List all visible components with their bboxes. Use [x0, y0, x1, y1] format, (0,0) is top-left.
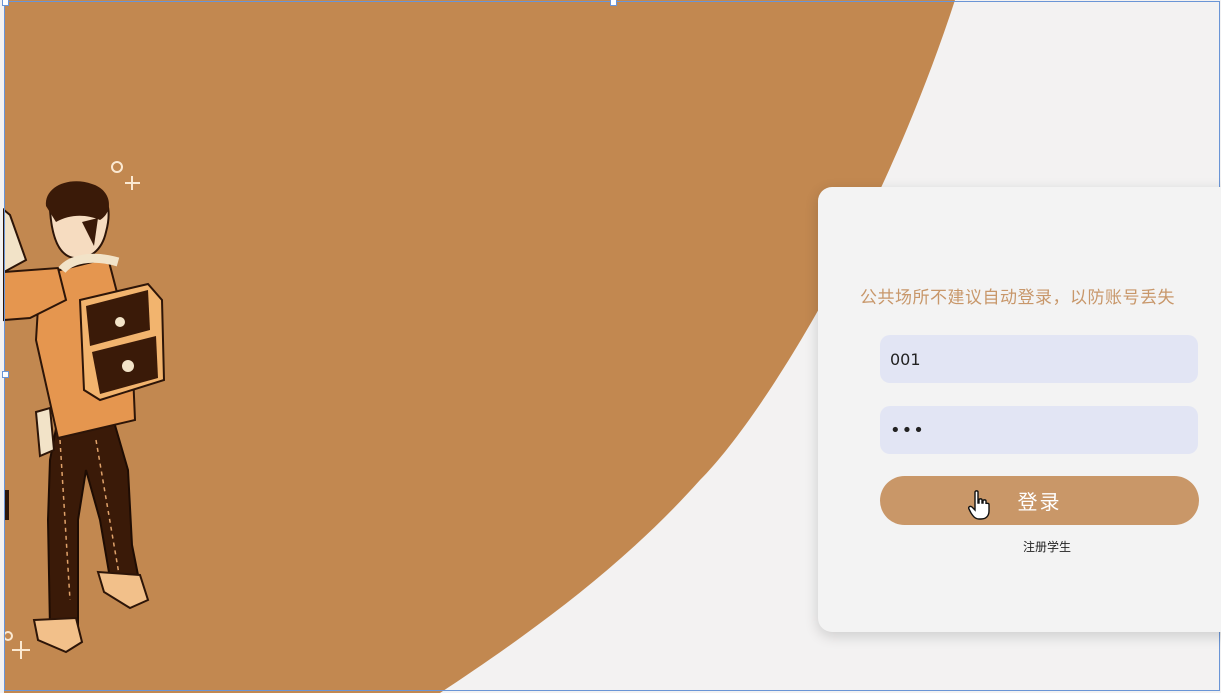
login-card: 公共场所不建议自动登录，以防账号丢失 ••• 登录 注册学生 [818, 187, 1221, 632]
auto-login-notice: 公共场所不建议自动登录，以防账号丢失 [860, 288, 1175, 308]
password-mask: ••• [890, 419, 925, 441]
username-input[interactable] [880, 335, 1198, 383]
password-input[interactable]: ••• [880, 406, 1198, 454]
login-page: 公共场所不建议自动登录，以防账号丢失 ••• 登录 注册学生 [0, 0, 1221, 693]
register-student-link[interactable]: 注册学生 [1023, 538, 1071, 555]
hand-pointer-icon [968, 490, 990, 520]
login-button[interactable]: 登录 [880, 476, 1199, 525]
